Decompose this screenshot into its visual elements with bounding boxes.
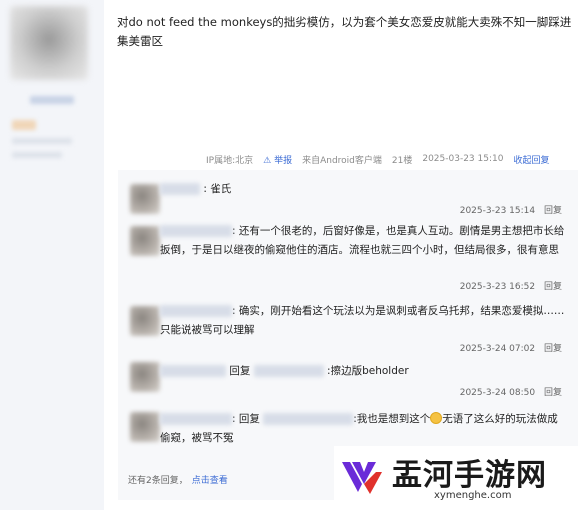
reply-item: : 确实，刚开始看这个玩法以为是讽刺或者反乌托邦，结果恋爱模拟……只能说被骂可以…: [130, 302, 570, 358]
reply-datetime: 2025-3-23 16:52: [459, 282, 536, 292]
ip-location: IP属地:北京: [206, 155, 254, 166]
more-replies-count: 还有2条回复，: [128, 476, 188, 486]
reply-text: :擦边版beholder: [327, 365, 409, 377]
reply-meta: 2025-3-24 08:50 回复: [460, 384, 562, 403]
reply-username[interactable]: [160, 225, 232, 237]
reply-button[interactable]: 回复: [544, 206, 562, 216]
reply-button[interactable]: 回复: [544, 282, 562, 292]
floor-number: 21楼: [391, 155, 413, 166]
post-footer: IP属地:北京 ⚠ 举报 来自Android客户端 21楼 2025-03-23…: [206, 152, 549, 166]
reply-prefix: : 回复: [232, 413, 260, 425]
warning-icon: ⚠: [263, 155, 272, 166]
reply-meta: 2025-3-23 16:52 回复: [460, 278, 562, 297]
reply-button[interactable]: 回复: [544, 388, 562, 398]
more-replies: 还有2条回复， 点击查看: [128, 473, 228, 486]
reply-meta: 2025-3-24 07:02 回复: [460, 340, 562, 359]
post-datetime: 2025-03-23 15:10: [422, 154, 504, 164]
reply-prefix: 回复: [229, 365, 251, 377]
reply-text: : 雀氏: [203, 183, 232, 195]
site-logo-icon: [342, 462, 382, 494]
smile-emoji-icon: [430, 412, 443, 424]
left-user-column: [0, 0, 104, 510]
avatar[interactable]: [130, 184, 160, 214]
reply-body: 回复 :擦边版beholder: [160, 362, 568, 381]
reply-item: : 雀氏 2025-3-23 15:14 回复: [130, 180, 570, 220]
reply-datetime: 2025-3-24 08:50: [459, 388, 536, 398]
avatar[interactable]: [130, 306, 160, 336]
site-domain: xymenghe.com: [434, 490, 512, 501]
reply-username[interactable]: [160, 365, 226, 377]
collapse-reply-button[interactable]: 收起回复: [513, 153, 549, 166]
reply-body: : 还有一个很老的，后窗好像是，也是真人互动。剧情是男主想把市长给扳倒，于是日以…: [160, 222, 568, 260]
poster-avatar[interactable]: [10, 6, 88, 80]
reply-username[interactable]: [160, 183, 200, 195]
reply-target-username[interactable]: [253, 365, 324, 377]
avatar[interactable]: [130, 362, 160, 392]
reply-meta: 2025-3-23 15:14 回复: [460, 202, 562, 221]
reply-text: :我也是想到这个: [353, 413, 431, 425]
post-source: 来自Android客户端: [302, 155, 382, 166]
poster-meta-line: [12, 138, 72, 144]
view-more-link[interactable]: 点击查看: [192, 476, 228, 486]
reply-body: : 确实，刚开始看这个玩法以为是讽刺或者反乌托邦，结果恋爱模拟……只能说被骂可以…: [160, 302, 568, 340]
site-title: 盂河手游网: [392, 458, 547, 493]
reply-target-username[interactable]: [263, 413, 354, 425]
reply-username[interactable]: [160, 413, 232, 425]
reply-button[interactable]: 回复: [544, 344, 562, 354]
post-content: 对do not feed the monkeys的拙劣模仿，以为套个美女恋爱皮就…: [117, 15, 572, 48]
poster-name[interactable]: [30, 96, 74, 104]
reply-body: : 雀氏: [160, 180, 568, 199]
avatar[interactable]: [130, 412, 160, 442]
reply-item: : 还有一个很老的，后窗好像是，也是真人互动。剧情是男主想把市长给扳倒，于是日以…: [130, 222, 570, 298]
reply-body: : 回复 :我也是想到这个 无语了这么好的玩法做成偷窥，被骂不冤: [160, 410, 568, 448]
site-watermark: 盂河手游网 xymenghe.com: [334, 446, 584, 510]
reply-item: : 回复 :我也是想到这个 无语了这么好的玩法做成偷窥，被骂不冤: [130, 410, 570, 450]
avatar[interactable]: [130, 226, 160, 256]
reply-item: 回复 :擦边版beholder 2025-3-24 08:50 回复: [130, 362, 570, 402]
reply-datetime: 2025-3-24 07:02: [459, 344, 536, 354]
poster-level-badge: [12, 120, 36, 130]
reply-username[interactable]: [160, 305, 232, 317]
poster-meta-line: [12, 152, 62, 158]
report-button[interactable]: ⚠ 举报: [263, 153, 292, 166]
reply-datetime: 2025-3-23 15:14: [459, 206, 536, 216]
